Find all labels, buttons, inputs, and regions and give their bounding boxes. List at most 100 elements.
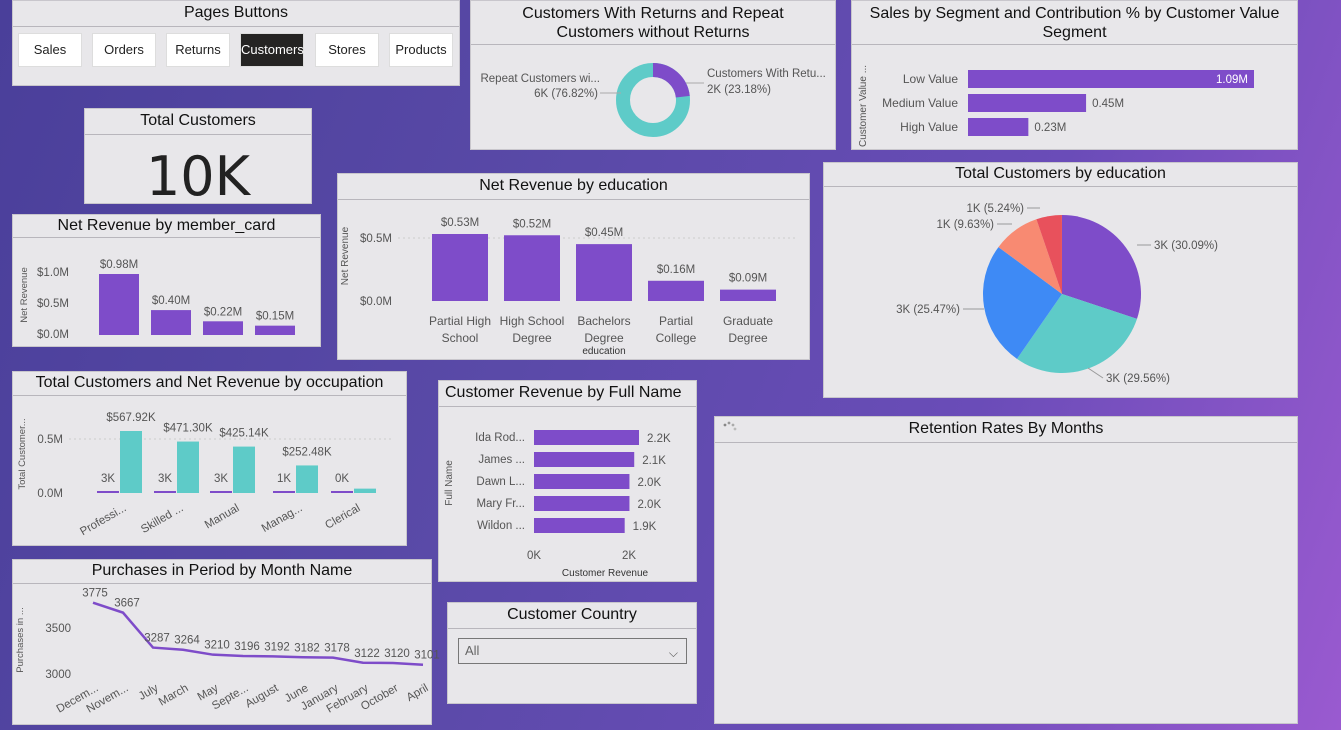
segment-chart: Low Value 1.09M Medium Value 0.45M High Valu… [858,65,1254,147]
occupation-revenue-bar [354,488,376,493]
purchases-month-label: August [243,682,281,711]
segment-y-axis-label: Customer Value ... [858,65,869,147]
purchases-month-label: March [157,682,191,708]
fullname-bar [534,518,625,533]
occupation-customers-bar [273,491,295,493]
member-y-axis-label: Net Revenue [19,267,30,322]
pie-slice-label: 3K (30.09%) [1154,240,1218,252]
member-y-tick: $0.0M [37,329,69,341]
donut-right-label: Customers With Retu... [707,68,826,80]
education-category-label: Bachelors [577,314,630,328]
fullname-category-label: Dawn L... [476,476,525,488]
fullname-panel: Customer Revenue by Full Name Full Name I… [438,380,697,582]
occupation-y-tick: 0.0M [37,488,63,500]
pie-slice-label: 1K (9.63%) [936,219,994,231]
purchases-value-label: 3775 [82,588,108,600]
occupation-revenue-label: $425.14K [219,428,269,440]
fullname-value-label: 1.9K [633,521,657,533]
purchases-value-label: 3287 [144,633,170,645]
fullname-category-label: James ... [478,454,525,466]
education-category-label: Partial High [429,314,491,328]
chevron-down-icon: ⌵ [668,646,678,660]
occupation-customers-label: 3K [101,473,115,485]
country-selected: All [465,643,480,658]
fullname-category-label: Wildon ... [477,520,525,532]
member-bar [151,310,191,335]
fullname-category-label: Ida Rod... [475,432,525,444]
segment-panel: Sales by Segment and Contribution % by C… [851,0,1298,150]
occupation-revenue-label: $471.30K [163,423,213,435]
donut-left-value: 6K (76.82%) [534,88,598,100]
purchases-y-tick: 3500 [45,623,71,635]
purchases-value-label: 3182 [294,642,320,654]
country-title: Customer Country [448,603,696,629]
member-value-label: $0.15M [256,311,294,323]
purchases-value-label: 3196 [234,641,260,653]
fullname-bar [534,452,635,467]
purchases-value-label: 3122 [354,648,380,660]
education-bar [504,235,560,301]
fullname-bar [534,496,630,511]
purchases-chart: Purchases in ... 350030003775Decem...3667… [15,588,440,716]
fullname-y-axis-label: Full Name [444,460,455,506]
education-pie-chart: 3K (30.09%) 3K (29.56%) 3K (25.47%) 1K (9.6… [896,203,1218,385]
segment-category-label: Low Value [903,72,958,86]
education-category-label: Graduate [723,314,773,328]
occupation-y-tick: 0.5M [37,434,63,446]
nav-button-sales[interactable]: Sales [18,33,82,67]
education-category-label: Degree [728,331,768,345]
nav-button-customers[interactable]: Customers [240,33,304,67]
nav-button-orders[interactable]: Orders [92,33,156,67]
pie-slice-label: 1K (5.24%) [966,203,1024,215]
occupation-customers-bar [154,491,176,493]
retention-panel: Retention Rates By Months [714,416,1298,724]
purchases-panel: Purchases in Period by Month Name Purcha… [12,559,440,725]
education-category-label: Degree [512,331,552,345]
occupation-customers-label: 3K [214,473,228,485]
purchases-value-label: 3101 [414,650,440,662]
nav-button-returns[interactable]: Returns [166,33,230,67]
country-slicer-panel: Customer Country All ⌵ [447,602,697,704]
occupation-revenue-bar [177,441,199,493]
segment-bar [968,70,1254,88]
education-category-label: Degree [584,331,624,345]
country-dropdown[interactable]: All ⌵ [458,638,687,664]
education-bar [720,289,776,301]
education-category-label: College [656,331,697,345]
pie-slice-label: 3K (25.47%) [896,304,960,316]
fullname-value-label: 2.2K [647,433,671,445]
education-value-label: $0.09M [729,273,767,285]
member-y-tick: $1.0M [37,267,69,279]
nav-button-products[interactable]: Products [389,33,453,67]
education-y-axis-label: Net Revenue [340,226,351,285]
occupation-y-axis-label: Total Customer... [17,418,28,489]
occupation-category-label: Skilled ... [139,502,185,536]
purchases-value-label: 3210 [204,640,230,652]
purchases-y-tick: 3000 [45,669,71,681]
fullname-category-label: Mary Fr... [476,498,525,510]
donut-right-value: 2K (23.18%) [707,84,771,96]
education-pie-panel: Total Customers by education 3K (30.09%)… [823,162,1298,398]
fullname-x-tick: 0K [527,550,541,562]
pages-buttons-title: Pages Buttons [13,1,459,27]
pages-buttons-panel: Pages Buttons Sales Orders Returns Customer… [12,0,460,86]
purchases-month-label: April [405,682,431,704]
occupation-revenue-bar [120,431,142,493]
education-y-tick: $0.0M [360,296,392,308]
education-revenue-chart: Net Revenue $0.5M $0.0M $0.53M Partial High S… [340,217,798,357]
occupation-chart: Total Customer... 0.5M 0.0M 3K $567.92K Profe… [17,412,393,538]
education-bar [648,280,704,301]
fullname-value-label: 2.1K [642,455,666,467]
education-value-label: $0.45M [585,227,623,239]
segment-value-label: 0.45M [1092,98,1124,110]
education-category-label: High School [500,314,565,328]
education-category-label: Partial [659,314,693,328]
segment-value-label: 0.23M [1034,122,1066,134]
occupation-customers-label: 0K [335,473,349,485]
total-customers-value: 10K [145,145,251,208]
segment-category-label: High Value [900,120,958,134]
occupation-revenue-bar [296,465,318,493]
occupation-category-label: Manag... [260,502,305,535]
occupation-category-label: Professi... [78,502,128,538]
nav-button-stores[interactable]: Stores [315,33,379,67]
